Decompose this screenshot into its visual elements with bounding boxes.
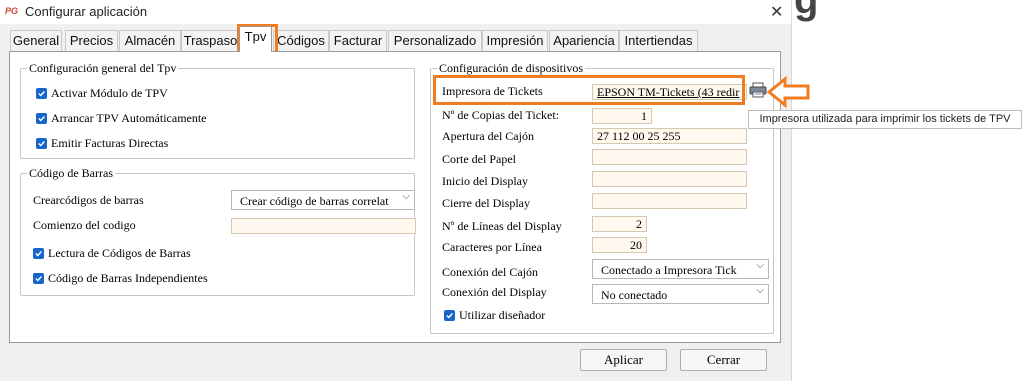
checkbox-label: Utilizar diseñador	[459, 308, 546, 322]
drawer-connection-label: Conexión del Cajón	[442, 265, 538, 279]
create-barcodes-select[interactable]: Crear código de barras correlat ⌵	[231, 190, 415, 210]
drawer-open-field[interactable]: 27 112 00 25 255	[592, 128, 747, 144]
copies-label: Nº de Copias del Ticket:	[442, 108, 560, 122]
tab-facturar[interactable]: Facturar	[329, 30, 387, 51]
chevron-down-icon: ⌵	[402, 191, 410, 202]
tab-precios[interactable]: Precios	[65, 30, 118, 51]
printer-icon[interactable]	[749, 82, 767, 98]
select-value: Conectado a Impresora Tick	[601, 263, 737, 277]
display-start-field[interactable]	[592, 171, 747, 187]
paper-cut-field[interactable]	[592, 149, 747, 165]
settings-window: PG Configurar aplicación ✕ General Preci…	[0, 0, 792, 381]
checkmark-icon	[36, 138, 47, 149]
tab-almacen[interactable]: Almacén	[119, 30, 181, 51]
printer-highlight-box	[433, 75, 745, 105]
apply-button[interactable]: Aplicar	[580, 349, 667, 371]
checkmark-icon	[36, 113, 47, 124]
checkbox-label: Activar Módulo de TPV	[51, 86, 168, 100]
create-barcodes-label: Crearcódigos de barras	[33, 193, 144, 207]
display-start-label: Inicio del Display	[442, 174, 528, 188]
barcode-start-field[interactable]	[231, 218, 416, 234]
chevron-down-icon: ⌵	[756, 260, 764, 271]
checkmark-icon	[36, 88, 47, 99]
tab-codigos[interactable]: Códigos	[273, 30, 329, 51]
barcode-reading-checkbox[interactable]: Lectura de Códigos de Barras	[33, 246, 191, 261]
tab-general[interactable]: General	[10, 30, 62, 51]
display-close-field[interactable]	[592, 193, 747, 209]
use-designer-checkbox[interactable]: Utilizar diseñador	[444, 308, 545, 323]
activar-tpv-checkbox[interactable]: Activar Módulo de TPV	[36, 86, 168, 101]
devices-legend: Configuración de dispositivos	[439, 61, 583, 75]
general-tpv-legend: Configuración general del Tpv	[29, 61, 177, 75]
app-logo-icon: PG	[5, 6, 19, 17]
close-button[interactable]: Cerrar	[680, 349, 767, 371]
select-value: Crear código de barras correlat	[240, 194, 389, 208]
close-icon[interactable]: ✕	[770, 2, 783, 21]
display-close-label: Cierre del Display	[442, 196, 530, 210]
arrancar-tpv-checkbox[interactable]: Arrancar TPV Automáticamente	[36, 111, 207, 126]
arrow-left-annotation	[767, 76, 810, 108]
barcode-legend: Código de Barras	[29, 166, 113, 180]
chevron-down-icon: ⌵	[756, 285, 764, 296]
copies-field[interactable]: 1	[592, 108, 652, 124]
printer-tooltip: Impresora utilizada para imprimir los ti…	[748, 110, 1022, 129]
emitir-facturas-checkbox[interactable]: Emitir Facturas Directas	[36, 136, 168, 151]
title-bar: PG Configurar aplicación ✕	[0, 0, 791, 24]
tab-tpv[interactable]: Tpv	[239, 26, 272, 52]
tab-personalizado[interactable]: Personalizado	[388, 30, 482, 51]
checkmark-icon	[444, 310, 455, 321]
drawer-connection-select[interactable]: Conectado a Impresora Tick ⌵	[592, 259, 769, 279]
tab-apariencia[interactable]: Apariencia	[549, 30, 619, 51]
checkmark-icon	[33, 248, 44, 259]
checkmark-icon	[33, 273, 44, 284]
barcode-independent-checkbox[interactable]: Código de Barras Independientes	[33, 271, 208, 286]
display-connection-select[interactable]: No conectado ⌵	[592, 284, 769, 304]
tab-impresion[interactable]: Impresión	[482, 30, 548, 51]
paper-cut-label: Corte del Papel	[442, 152, 516, 166]
chars-per-line-label: Caracteres por Línea	[442, 240, 542, 254]
checkbox-label: Código de Barras Independientes	[48, 271, 208, 285]
window-title: Configurar aplicación	[25, 4, 148, 19]
display-lines-field[interactable]: 2	[592, 216, 647, 232]
display-lines-label: Nº de Líneas del Display	[442, 219, 562, 233]
select-value: No conectado	[601, 288, 668, 302]
checkbox-label: Lectura de Códigos de Barras	[48, 246, 191, 260]
checkbox-label: Emitir Facturas Directas	[51, 136, 169, 150]
barcode-start-label: Comienzo del codigo	[33, 218, 136, 232]
drawer-open-label: Apertura del Cajón	[442, 129, 534, 143]
display-connection-label: Conexión del Display	[442, 285, 547, 299]
tab-traspaso[interactable]: Traspaso	[181, 30, 240, 51]
tab-intertiendas[interactable]: Intertiendas	[619, 30, 698, 51]
background-glyph: g	[794, 0, 819, 22]
checkbox-label: Arrancar TPV Automáticamente	[51, 111, 207, 125]
chars-per-line-field[interactable]: 20	[592, 237, 647, 253]
